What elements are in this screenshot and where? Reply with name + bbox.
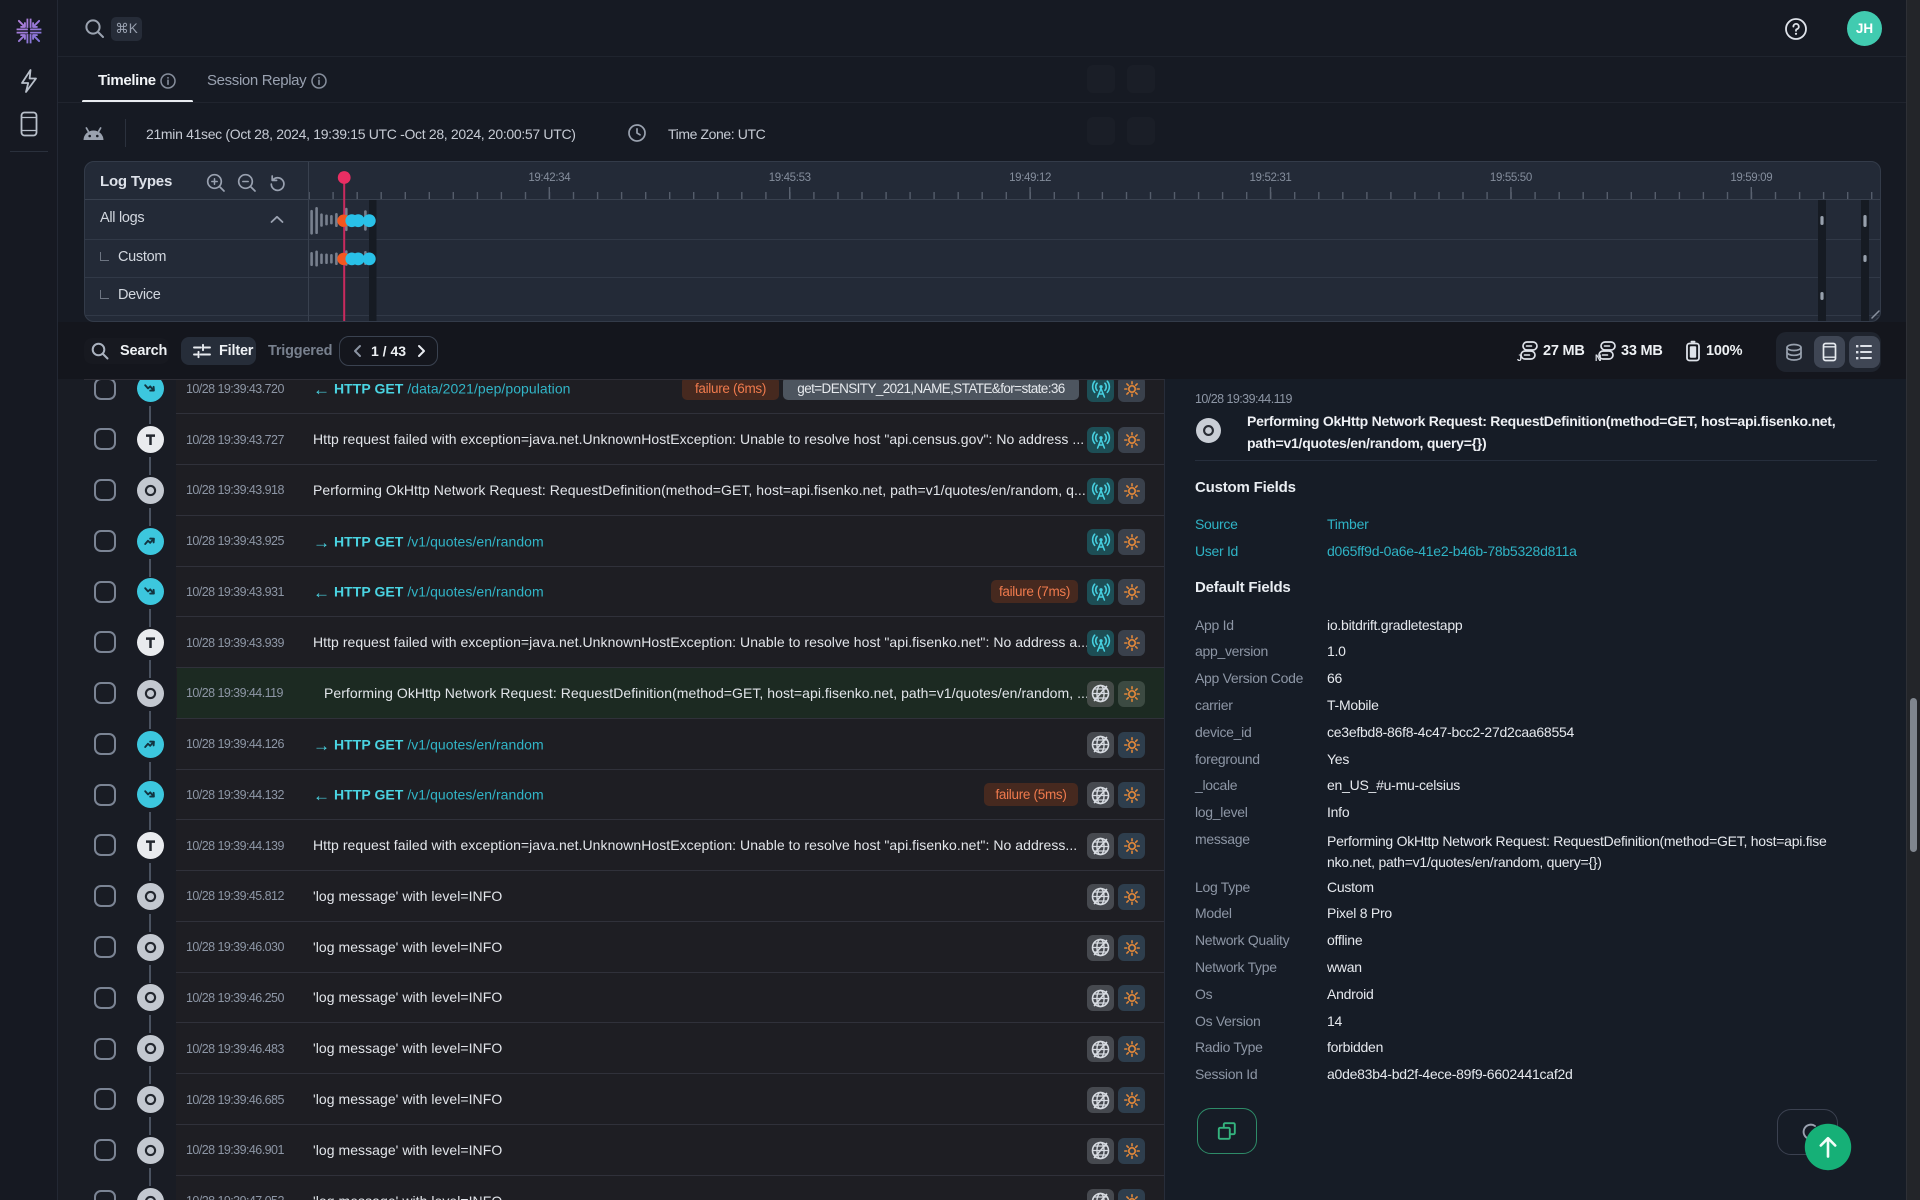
svg-text:19:45:53: 19:45:53 [769,172,811,184]
svg-text:N: N [1595,353,1601,362]
svg-text:19:42:34: 19:42:34 [528,172,571,184]
svg-text:19:52:31: 19:52:31 [1250,172,1292,184]
svg-text:19:59:09: 19:59:09 [1730,172,1772,184]
svg-text:J: J [1517,353,1522,362]
svg-text:19:49:12: 19:49:12 [1009,172,1051,184]
svg-text:19:55:50: 19:55:50 [1490,172,1532,184]
